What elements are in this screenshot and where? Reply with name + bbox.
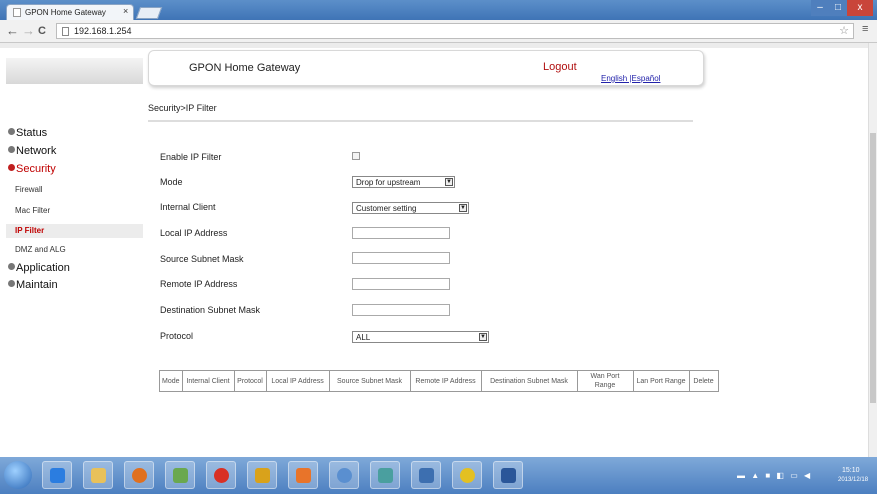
expand-icon [8, 146, 15, 153]
language-switch[interactable]: English |Español [601, 74, 660, 83]
bookmark-star-icon[interactable]: ☆ [839, 24, 849, 37]
remote-ip-input[interactable] [352, 278, 450, 290]
sidebar-header-bar [6, 58, 143, 84]
page-favicon-icon [13, 8, 21, 17]
collapse-icon [8, 164, 15, 171]
col-remote-ip: Remote IP Address [409, 370, 482, 392]
maximize-icon[interactable]: □ [829, 0, 847, 16]
divider [148, 120, 693, 122]
logout-link[interactable]: Logout [543, 61, 577, 73]
expand-icon [8, 280, 15, 287]
ie-taskbar-icon[interactable] [42, 461, 72, 489]
new-tab-button[interactable] [135, 7, 163, 19]
media-taskbar-icon[interactable] [452, 461, 482, 489]
browser-toolbar: ← → C 192.168.1.254 ☆ ≡ [0, 20, 877, 43]
col-wan-port-range: Wan Port Range [576, 370, 634, 392]
mode-select[interactable]: Drop for upstream ▼ [352, 176, 455, 188]
protocol-select[interactable]: ALL ▼ [352, 331, 489, 343]
firefox-taskbar-icon[interactable] [124, 461, 154, 489]
enable-ip-filter-label: Enable IP Filter [160, 152, 222, 162]
enable-ip-filter-checkbox[interactable] [352, 152, 360, 160]
source-subnet-mask-input[interactable] [352, 252, 450, 264]
minimize-icon[interactable]: – [811, 0, 829, 16]
window-title-bar: GPON Home Gateway × – □ x [0, 0, 877, 20]
scroll-thumb[interactable] [870, 133, 876, 403]
expand-icon [8, 263, 15, 270]
top-strip [0, 43, 877, 48]
source-subnet-mask-label: Source Subnet Mask [160, 254, 244, 264]
close-window-icon[interactable]: x [847, 0, 873, 16]
clock-time[interactable]: 15:10 [842, 467, 860, 474]
col-local-ip: Local IP Address [265, 370, 330, 392]
tab-close-icon[interactable]: × [123, 6, 128, 16]
word-taskbar-icon[interactable] [493, 461, 523, 489]
chrome-taskbar-icon[interactable] [206, 461, 236, 489]
col-destination-subnet-mask: Destination Subnet Mask [480, 370, 578, 392]
nav-dmz-alg[interactable]: DMZ and ALG [15, 245, 66, 254]
tab-title: GPON Home Gateway [25, 8, 106, 17]
dropdown-arrow-icon: ▼ [479, 333, 487, 341]
reload-icon[interactable]: C [38, 23, 46, 39]
nav-ip-filter[interactable]: IP Filter [6, 224, 143, 238]
nav-firewall[interactable]: Firewall [15, 185, 43, 194]
network-taskbar-icon[interactable] [329, 461, 359, 489]
dropdown-arrow-icon: ▼ [445, 178, 453, 186]
app-title: GPON Home Gateway [189, 62, 301, 74]
protocol-value: ALL [356, 333, 371, 342]
paint-taskbar-icon[interactable] [247, 461, 277, 489]
system-tray-icons[interactable]: ▬ ▲ ■ ◧ ▭ ◀ [737, 471, 812, 480]
browser-menu-icon[interactable]: ≡ [862, 23, 868, 35]
taskbar: ▬ ▲ ■ ◧ ▭ ◀ 15:10 2013/12/18 [0, 457, 877, 494]
destination-subnet-mask-input[interactable] [352, 304, 450, 316]
breadcrumb: Security>IP Filter [148, 103, 217, 113]
internal-client-value: Customer setting [356, 204, 417, 213]
gateway-header: GPON Home Gateway Logout English |Españo… [148, 50, 704, 86]
nav-security[interactable]: Security [8, 163, 56, 175]
remote-desktop-taskbar-icon[interactable] [411, 461, 441, 489]
expand-icon [8, 128, 15, 135]
internal-client-label: Internal Client [160, 202, 216, 212]
col-delete: Delete [688, 370, 719, 392]
col-mode: Mode [159, 370, 183, 392]
local-ip-label: Local IP Address [160, 228, 228, 238]
users-taskbar-icon[interactable] [370, 461, 400, 489]
page-viewport: GPON Home Gateway Logout English |Españo… [0, 43, 877, 457]
mode-value: Drop for upstream [356, 178, 421, 187]
destination-subnet-mask-label: Destination Subnet Mask [160, 305, 261, 315]
calculator-taskbar-icon[interactable] [165, 461, 195, 489]
page-icon [62, 27, 69, 36]
nav-status[interactable]: Status [8, 127, 47, 139]
col-internal-client: Internal Client [181, 370, 235, 392]
url-text[interactable]: 192.168.1.254 [74, 26, 132, 36]
address-bar[interactable]: 192.168.1.254 ☆ [56, 23, 854, 39]
nav-ip-filter-label: IP Filter [15, 226, 45, 235]
window-controls: – □ x [811, 0, 873, 16]
protocol-label: Protocol [160, 331, 194, 341]
ip-filter-rules-table: Mode Internal Client Protocol Local IP A… [159, 370, 719, 392]
nav-application[interactable]: Application [8, 262, 70, 274]
internal-client-select[interactable]: Customer setting ▼ [352, 202, 469, 214]
nav-mac-filter[interactable]: Mac Filter [15, 206, 50, 215]
dropdown-arrow-icon: ▼ [459, 204, 467, 212]
browser-tab[interactable]: GPON Home Gateway × [6, 4, 134, 20]
col-protocol: Protocol [233, 370, 267, 392]
back-arrow-icon[interactable]: ← [6, 23, 19, 39]
page-scrollbar[interactable] [868, 43, 877, 457]
nav-network[interactable]: Network [8, 145, 56, 157]
nav-maintain[interactable]: Maintain [8, 279, 58, 291]
remote-ip-label: Remote IP Address [160, 279, 238, 289]
col-source-subnet-mask: Source Subnet Mask [328, 370, 411, 392]
forward-arrow-icon[interactable]: → [22, 23, 35, 39]
explorer-taskbar-icon[interactable] [83, 461, 113, 489]
powerpoint-taskbar-icon[interactable] [288, 461, 318, 489]
table-header-row: Mode Internal Client Protocol Local IP A… [159, 370, 719, 392]
mode-label: Mode [160, 177, 183, 187]
local-ip-input[interactable] [352, 227, 450, 239]
start-button[interactable] [4, 461, 32, 489]
col-lan-port-range: Lan Port Range [632, 370, 690, 392]
clock-date[interactable]: 2013/12/18 [838, 477, 868, 483]
